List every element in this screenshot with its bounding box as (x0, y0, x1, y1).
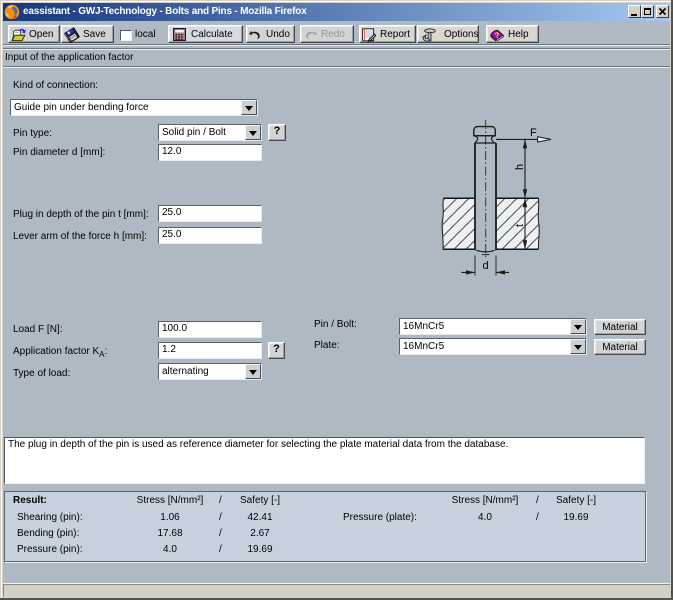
svg-text:t: t (514, 224, 526, 227)
svg-text:h: h (514, 164, 526, 170)
svg-text:F: F (530, 127, 537, 139)
svg-text:d: d (483, 260, 489, 272)
